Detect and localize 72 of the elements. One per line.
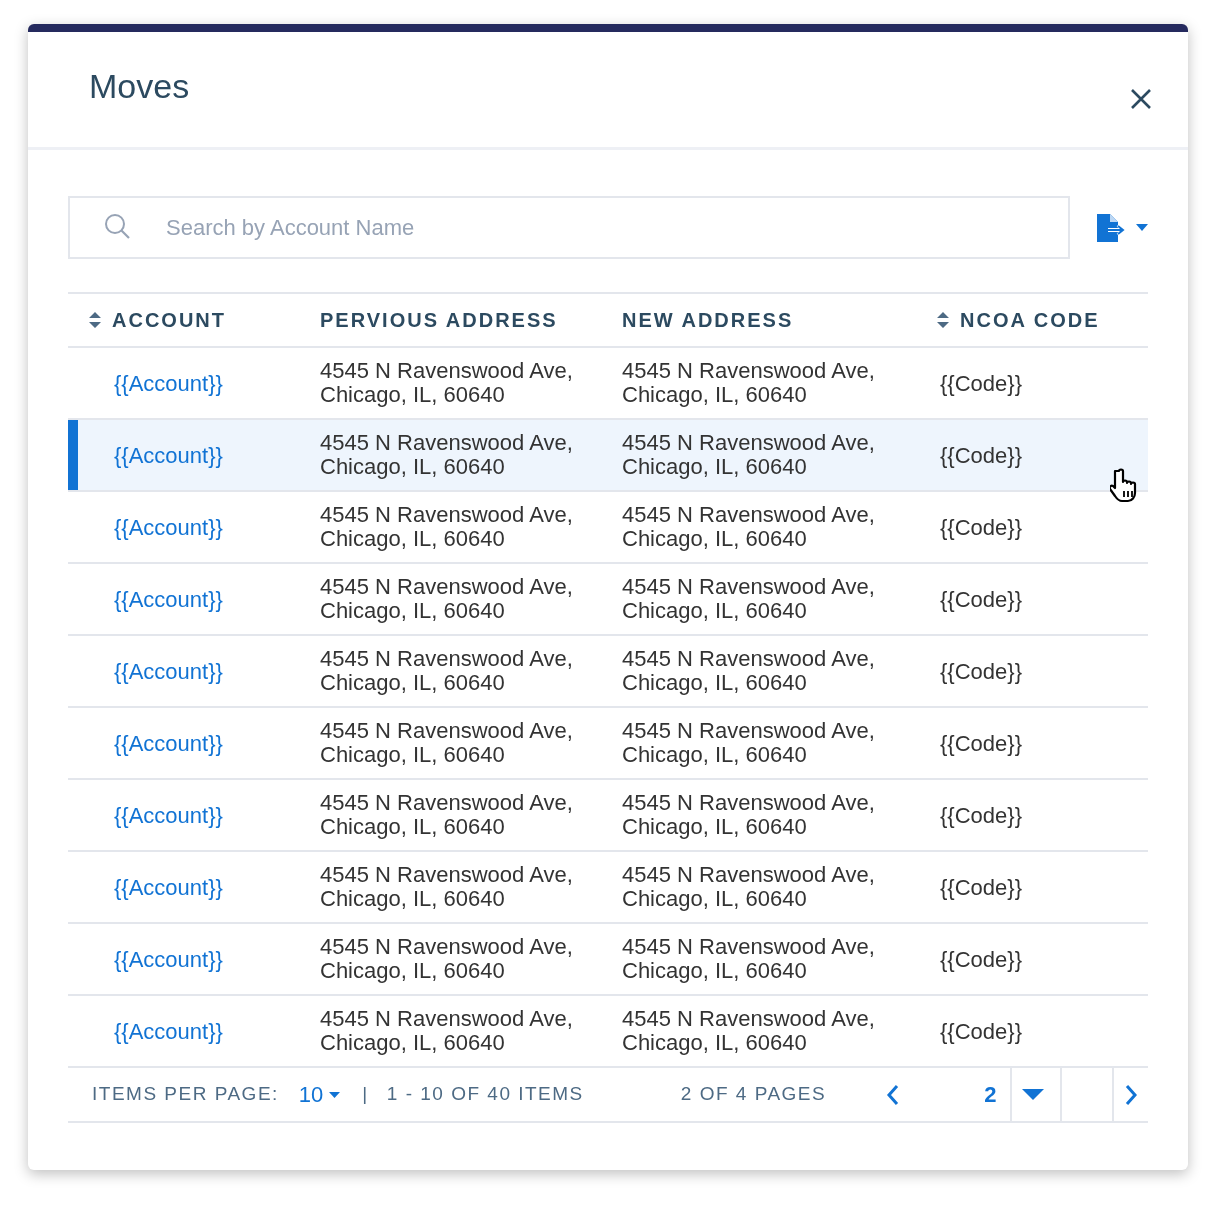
address-cell-text: 4545 N Ravenswood Ave, Chicago, IL, 60640	[621, 359, 876, 407]
account-link[interactable]: {{Account}}	[114, 870, 223, 904]
account-link[interactable]: {{Account}}	[114, 510, 223, 544]
chevron-left-icon	[886, 1083, 901, 1106]
next-page-button[interactable]	[1124, 1083, 1139, 1106]
address-cell-text: 4545 N Ravenswood Ave, Chicago, IL, 60640	[319, 431, 574, 479]
code-cell-text: {{Code}}	[939, 513, 1023, 542]
table-row[interactable]: {{Account}} 4545 N Ravenswood Ave, Chicago, IL, 60640 4545 N Ravenswood Ave, Chicago, IL, 60640 {{Code}}	[68, 996, 1148, 1068]
address-cell-text: 4545 N Ravenswood Ave, Chicago, IL, 60640	[319, 359, 574, 407]
code-cell-text: {{Code}}	[939, 441, 1023, 470]
table-row[interactable]: {{Account}} 4545 N Ravenswood Ave, Chicago, IL, 60640 4545 N Ravenswood Ave, Chicago, IL, 60640 {{Code}}	[68, 636, 1148, 708]
address-cell-text: 4545 N Ravenswood Ave, Chicago, IL, 60640	[319, 935, 574, 983]
separator-text: |	[362, 1082, 369, 1107]
table-row[interactable]: {{Account}} 4545 N Ravenswood Ave, Chicago, IL, 60640 4545 N Ravenswood Ave, Chicago, IL, 60640 {{Code}}	[68, 708, 1148, 780]
code-cell-text: {{Code}}	[939, 369, 1023, 398]
sortable-column-header[interactable]: NCOA CODE	[960, 305, 1100, 335]
code-cell-text: {{Code}}	[939, 657, 1023, 686]
item-range-text: 1 - 10 OF 40 ITEMS	[386, 1082, 584, 1107]
code-cell-text: {{Code}}	[939, 801, 1023, 830]
export-button[interactable]	[1096, 213, 1148, 242]
sort-icon[interactable]	[88, 311, 102, 329]
table-row[interactable]: {{Account}} 4545 N Ravenswood Ave, Chicago, IL, 60640 4545 N Ravenswood Ave, Chicago, IL, 60640 {{Code}}	[68, 780, 1148, 852]
table-row[interactable]: {{Account}} 4545 N Ravenswood Ave, Chicago, IL, 60640 4545 N Ravenswood Ave, Chicago, IL, 60640 {{Code}}	[68, 564, 1148, 636]
account-link[interactable]: {{Account}}	[114, 438, 223, 472]
address-cell-text: 4545 N Ravenswood Ave, Chicago, IL, 60640	[621, 575, 876, 623]
previous-page-button[interactable]	[886, 1083, 901, 1106]
code-cell-text: {{Code}}	[939, 585, 1023, 614]
items-per-page-label: ITEMS PER PAGE:	[92, 1082, 279, 1107]
column-header: PERVIOUS ADDRESS	[320, 308, 558, 333]
address-cell-text: 4545 N Ravenswood Ave, Chicago, IL, 60640	[621, 791, 876, 839]
address-cell-text: 4545 N Ravenswood Ave, Chicago, IL, 60640	[621, 647, 876, 695]
address-cell-text: 4545 N Ravenswood Ave, Chicago, IL, 60640	[621, 1007, 876, 1055]
address-cell-text: 4545 N Ravenswood Ave, Chicago, IL, 60640	[319, 503, 574, 551]
chevron-right-icon	[1124, 1083, 1139, 1106]
code-cell-text: {{Code}}	[939, 873, 1023, 902]
address-cell-text: 4545 N Ravenswood Ave, Chicago, IL, 60640	[319, 863, 574, 911]
table-row[interactable]: {{Account}} 4545 N Ravenswood Ave, Chicago, IL, 60640 4545 N Ravenswood Ave, Chicago, IL, 60640 {{Code}}	[68, 492, 1148, 564]
code-cell-text: {{Code}}	[939, 729, 1023, 758]
items-per-page-dropdown[interactable]: 10	[298, 1078, 341, 1111]
address-cell-text: 4545 N Ravenswood Ave, Chicago, IL, 60640	[319, 647, 574, 695]
close-icon	[1130, 87, 1152, 110]
table-row[interactable]: {{Account}} 4545 N Ravenswood Ave, Chicago, IL, 60640 4545 N Ravenswood Ave, Chicago, IL, 60640 {{Code}}	[68, 852, 1148, 924]
account-link[interactable]: {{Account}}	[114, 1014, 223, 1048]
address-cell-text: 4545 N Ravenswood Ave, Chicago, IL, 60640	[319, 791, 574, 839]
account-link[interactable]: {{Account}}	[114, 942, 223, 976]
account-link[interactable]: {{Account}}	[114, 654, 223, 688]
address-cell-text: 4545 N Ravenswood Ave, Chicago, IL, 60640	[319, 1007, 574, 1055]
account-link[interactable]: {{Account}}	[114, 726, 223, 760]
account-link[interactable]: {{Account}}	[114, 582, 223, 616]
page-number-dropdown[interactable]: 2	[984, 1068, 1063, 1121]
account-link[interactable]: {{Account}}	[114, 798, 223, 832]
account-link[interactable]: {{Account}}	[114, 366, 223, 400]
dialog-title: Moves	[89, 66, 190, 107]
column-header: NEW ADDRESS	[622, 308, 794, 333]
caret-icon	[329, 1091, 341, 1098]
address-cell-text: 4545 N Ravenswood Ave, Chicago, IL, 60640	[621, 935, 876, 983]
sort-icon[interactable]	[936, 311, 950, 329]
document-arrow-icon	[1096, 213, 1128, 242]
caret-icon	[1136, 224, 1148, 231]
search-field[interactable]: Search by Account Name	[68, 196, 1070, 259]
address-cell-text: 4545 N Ravenswood Ave, Chicago, IL, 60640	[621, 503, 876, 551]
sortable-column-header[interactable]: ACCOUNT	[112, 305, 226, 335]
code-cell-text: {{Code}}	[939, 945, 1023, 974]
page-count-text: 2 OF 4 PAGES	[680, 1082, 827, 1107]
table-row[interactable]: {{Account}} 4545 N Ravenswood Ave, Chicago, IL, 60640 4545 N Ravenswood Ave, Chicago, IL, 60640 {{Code}}	[68, 924, 1148, 996]
address-cell-text: 4545 N Ravenswood Ave, Chicago, IL, 60640	[319, 719, 574, 767]
address-cell-text: 4545 N Ravenswood Ave, Chicago, IL, 60640	[621, 431, 876, 479]
caret-icon	[1022, 1089, 1045, 1100]
code-cell-text: {{Code}}	[939, 1017, 1023, 1046]
address-cell-text: 4545 N Ravenswood Ave, Chicago, IL, 60640	[621, 863, 876, 911]
address-cell-text: 4545 N Ravenswood Ave, Chicago, IL, 60640	[319, 575, 574, 623]
address-cell-text: 4545 N Ravenswood Ave, Chicago, IL, 60640	[621, 719, 876, 767]
